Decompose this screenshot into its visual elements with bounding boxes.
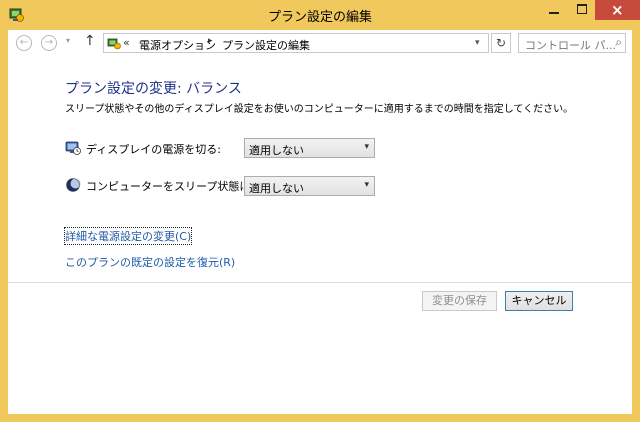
search-box[interactable]: コントロール パ... ⌕ [518, 33, 626, 53]
page-title: プラン設定の変更: バランス [65, 81, 242, 97]
navigation-bar: ← → ▾ ↑ « 電源オプション ▸ プラン設定の編集 ▾ ↻ コントロール … [8, 30, 632, 56]
power-options-icon [107, 38, 121, 50]
address-dropdown-icon[interactable]: ▾ [475, 38, 480, 48]
maximize-button[interactable] [568, 0, 595, 20]
up-button[interactable]: ↑ [84, 33, 96, 49]
maximize-icon [577, 4, 587, 14]
display-off-value: 適用しない [249, 144, 304, 157]
breadcrumb-separator-icon[interactable]: ▸ [208, 36, 213, 46]
recent-locations-button[interactable]: ▾ [66, 36, 70, 45]
footer-divider [8, 282, 632, 283]
display-off-label: ディスプレイの電源を切る: [86, 143, 221, 156]
page-description: スリープ状態やその他のディスプレイ設定をお使いのコンピューターに適用するまでの時… [65, 104, 574, 115]
power-plan-window: プラン設定の編集 × ← → ▾ ↑ « 電源オプション ▸ プラン設定の編集 … [0, 0, 640, 422]
forward-arrow-icon: → [44, 37, 54, 48]
restore-defaults-link[interactable]: このプランの既定の設定を復元(R) [65, 254, 235, 270]
breadcrumb-edit-plan[interactable]: プラン設定の編集 [222, 37, 310, 53]
client-area: ← → ▾ ↑ « 電源オプション ▸ プラン設定の編集 ▾ ↻ コントロール … [8, 30, 632, 414]
refresh-icon: ↻ [495, 36, 507, 50]
refresh-button[interactable]: ↻ [491, 33, 511, 53]
back-button[interactable]: ← [16, 35, 32, 51]
search-icon[interactable]: ⌕ [615, 35, 622, 50]
address-bar[interactable]: « 電源オプション ▸ プラン設定の編集 ▾ [103, 33, 489, 53]
minimize-icon [549, 12, 559, 14]
breadcrumb-overflow[interactable]: « [123, 36, 130, 49]
cancel-button[interactable]: キャンセル [505, 291, 573, 311]
breadcrumb-power-options[interactable]: 電源オプション [139, 37, 216, 53]
search-input[interactable]: コントロール パ... [525, 37, 616, 53]
forward-button[interactable]: → [41, 35, 57, 51]
minimize-button[interactable] [540, 0, 568, 20]
chevron-down-icon: ▾ [364, 180, 369, 190]
sleep-select[interactable]: 適用しない ▾ [244, 176, 375, 196]
save-changes-button[interactable]: 変更の保存 [422, 291, 497, 311]
back-arrow-icon: ← [19, 37, 29, 48]
advanced-settings-link[interactable]: 詳細な電源設定の変更(C) [63, 227, 193, 245]
close-button[interactable]: × [595, 0, 640, 20]
chevron-down-icon: ▾ [364, 142, 369, 152]
sleep-moon-icon [66, 178, 81, 192]
display-off-select[interactable]: 適用しない ▾ [244, 138, 375, 158]
sleep-value: 適用しない [249, 182, 304, 195]
title-bar[interactable]: プラン設定の編集 × [0, 0, 640, 28]
display-timer-icon [65, 141, 81, 155]
close-icon: × [611, 1, 624, 19]
